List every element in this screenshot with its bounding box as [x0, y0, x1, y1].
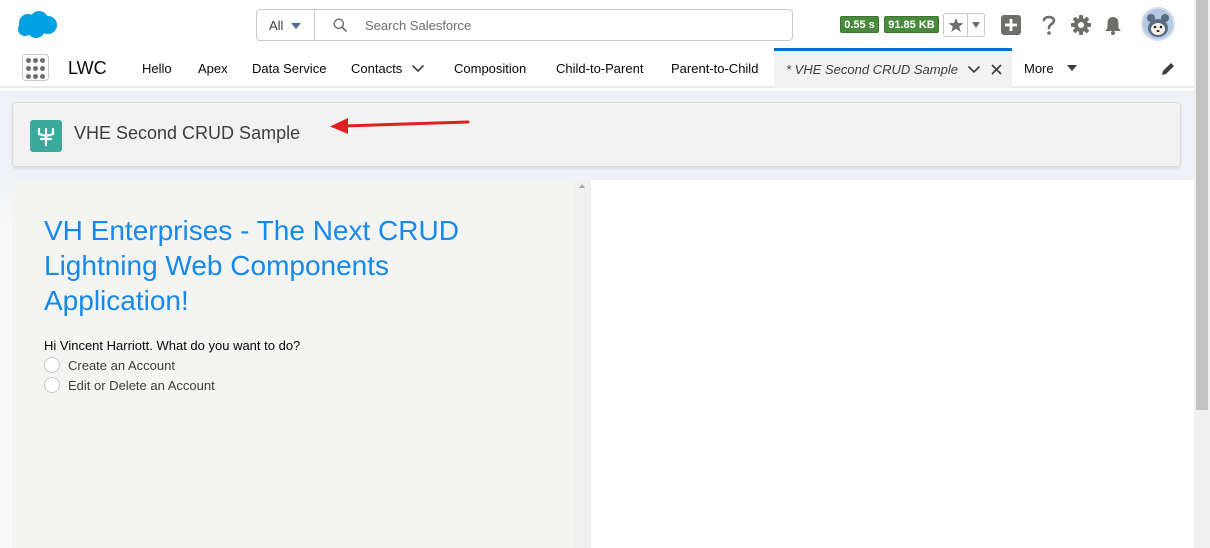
radio-create-account[interactable]: Create an Account [44, 356, 175, 374]
workspace: VHE Second CRUD Sample VH Enterprises - … [0, 90, 1194, 548]
search-input[interactable] [365, 17, 745, 33]
global-search: All [256, 9, 793, 41]
tab-vhe-second-crud-sample[interactable]: * VHE Second CRUD Sample [774, 48, 1012, 88]
nav-item-child-to-parent[interactable]: Child-to-Parent [556, 48, 643, 88]
nav-more-label: More [1024, 60, 1054, 76]
favorites-group [943, 13, 985, 37]
page-header: VHE Second CRUD Sample [12, 102, 1181, 167]
astro-avatar-icon[interactable] [1141, 7, 1175, 41]
perf-size-badge[interactable]: 91.85 KB [884, 16, 939, 33]
plus-icon[interactable] [1000, 14, 1022, 36]
crud-component-panel: VH Enterprises - The Next CRUD Lightning… [12, 182, 575, 548]
tree-icon [30, 120, 62, 152]
radio-button[interactable] [44, 357, 60, 373]
global-header: All 0.55 s 91.85 KB [0, 0, 1194, 48]
gear-icon[interactable] [1070, 14, 1092, 36]
radio-label: Create an Account [68, 357, 175, 373]
nav-item-label: Data Service [252, 60, 327, 76]
nav-item-composition[interactable]: Composition [454, 48, 526, 88]
app-heading: VH Enterprises - The Next CRUD Lightning… [44, 215, 459, 316]
panel-scrollbar[interactable] [575, 180, 591, 548]
salesforce-cloud-icon[interactable] [15, 10, 59, 40]
search-scope-dropdown[interactable]: All [257, 10, 315, 40]
star-icon[interactable] [944, 14, 968, 36]
perf-time-badge[interactable]: 0.55 s [840, 16, 879, 33]
search-field [315, 10, 792, 40]
nav-item-label: Composition [454, 60, 527, 76]
nav-item-label: Apex [198, 60, 228, 76]
window-scrollbar[interactable] [1194, 0, 1210, 548]
red-arrow-icon [330, 118, 470, 134]
nav-item-data-service[interactable]: Data Service [252, 48, 326, 88]
nav-more-menu[interactable]: More [1024, 48, 1077, 88]
radio-edit-delete-account[interactable]: Edit or Delete an Account [44, 376, 215, 394]
app-launcher-icon[interactable] [22, 54, 49, 81]
tab-label: * VHE Second CRUD Sample [786, 62, 958, 77]
nav-item-apex[interactable]: Apex [198, 48, 228, 88]
nav-item-label: Parent-to-Child [671, 60, 759, 76]
greeting-question: Hi Vincent Harriott. What do you want to… [44, 338, 301, 353]
bell-icon[interactable] [1102, 14, 1124, 36]
right-panel [591, 180, 1194, 548]
chevron-down-icon [1066, 65, 1077, 71]
chevron-down-icon [291, 22, 302, 29]
chevron-down-icon[interactable] [967, 65, 981, 74]
help-icon[interactable] [1038, 14, 1060, 36]
search-icon [333, 18, 347, 32]
scroll-up-arrow-icon[interactable] [579, 184, 585, 188]
app-name: LWC [68, 58, 107, 78]
nav-item-contacts[interactable]: Contacts [351, 48, 425, 88]
chevron-down-icon[interactable] [411, 64, 425, 73]
page-title: VHE Second CRUD Sample [74, 123, 301, 143]
radio-button[interactable] [44, 377, 60, 393]
nav-item-parent-to-child[interactable]: Parent-to-Child [671, 48, 758, 88]
app-nav-bar: LWC Hello Apex Data Service Contacts Com… [0, 48, 1194, 88]
radio-label: Edit or Delete an Account [68, 377, 215, 393]
nav-item-label: Contacts [351, 60, 403, 76]
nav-item-label: Hello [142, 60, 172, 76]
chevron-down-icon [972, 22, 980, 28]
search-scope-label: All [269, 17, 284, 33]
nav-item-label: Child-to-Parent [556, 60, 644, 76]
pencil-icon[interactable] [1160, 61, 1176, 77]
nav-item-hello[interactable]: Hello [142, 48, 172, 88]
favorites-menu-button[interactable] [968, 14, 984, 36]
window-scrollbar-thumb[interactable] [1196, 0, 1208, 410]
close-icon[interactable] [991, 64, 1002, 75]
